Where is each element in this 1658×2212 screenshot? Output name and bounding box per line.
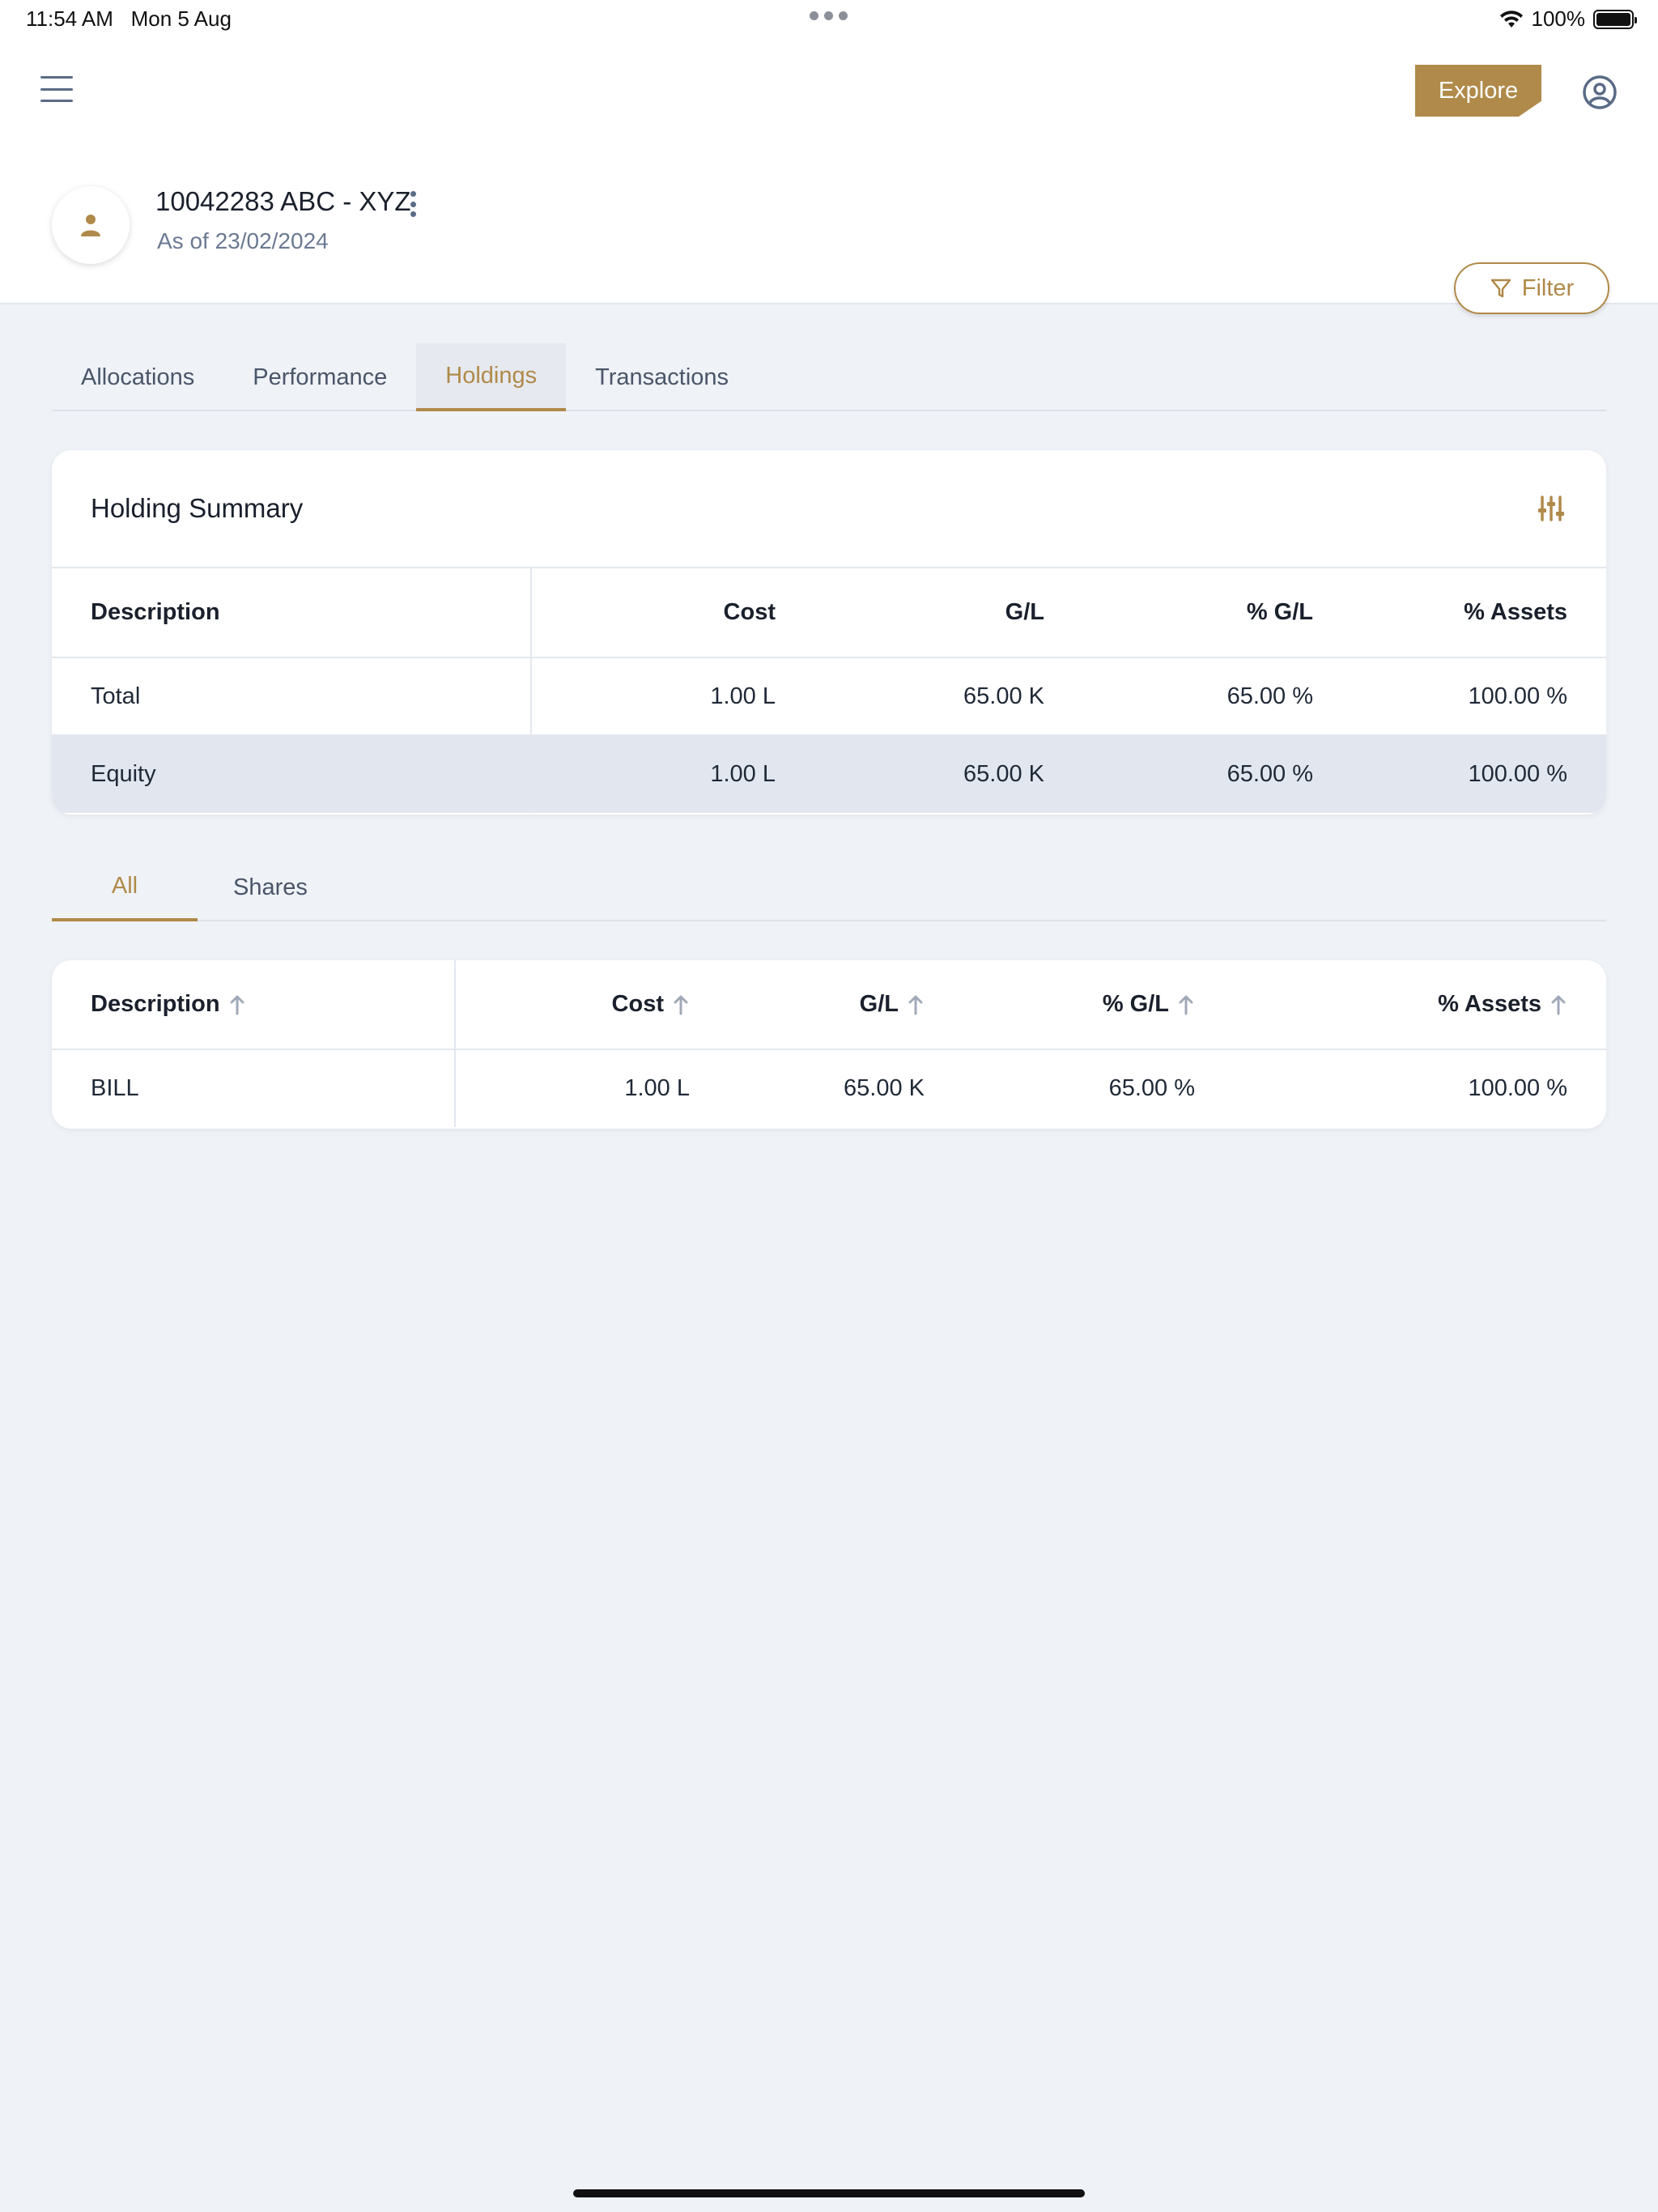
cell-pct-gl: 65.00 % [1226,683,1313,709]
home-indicator[interactable] [573,2189,1085,2197]
tab-holdings[interactable]: Holdings [416,343,567,411]
cell-pct-gl: 65.00 % [1108,1075,1195,1101]
cell-description: BILL [52,1049,456,1127]
main-tabs: Allocations Performance Holdings Transac… [52,343,1606,411]
table-row[interactable]: Equity 1.00 L 65.00 K 65.00 % 100.00 % [52,735,1606,813]
tab-shares[interactable]: Shares [198,853,343,921]
holdings-table: Description Cost G/L % G/L % Assets BILL… [52,960,1606,1127]
filter-button[interactable]: Filter [1454,262,1609,314]
avatar [52,186,130,264]
column-header-pct-assets: % Assets [1464,599,1567,625]
column-header-label: G/L [859,991,899,1017]
explore-button[interactable]: Explore [1415,65,1541,117]
table-row[interactable]: BILL 1.00 L 65.00 K 65.00 % 100.00 % [52,1049,1606,1127]
battery-icon [1593,9,1637,29]
table-header-row: Description Cost G/L % G/L % Assets [52,568,1606,657]
cell-pct-assets: 100.00 % [1468,683,1567,709]
column-header-pct-gl[interactable]: % G/L [963,960,1234,1049]
sort-up-arrow-icon[interactable] [1177,994,1195,1015]
holding-summary-card: Holding Summary Description Cost G/L % G… [52,450,1606,815]
column-header-gl: G/L [1005,599,1044,625]
filter-icon [1490,279,1511,298]
status-date: Mon 5 Aug [130,6,232,31]
cell-cost: 1.00 L [710,761,776,787]
sort-up-arrow-icon[interactable] [672,994,690,1015]
as-of-date: As of 23/02/2024 [157,228,329,253]
column-header-pct-gl: % G/L [1246,599,1313,625]
tab-performance[interactable]: Performance [223,343,416,411]
sliders-icon[interactable] [1535,492,1567,525]
column-header-description[interactable]: Description [52,960,456,1049]
user-circle-icon[interactable] [1582,74,1618,110]
status-clock: 11:54 AM [26,6,113,31]
menu-icon-line [40,76,73,79]
holding-summary-table: Description Cost G/L % G/L % Assets Tota… [52,568,1606,813]
sort-up-arrow-icon[interactable] [907,994,925,1015]
person-icon [81,215,100,236]
cell-description: Equity [52,735,532,813]
status-bar: 11:54 AM Mon 5 Aug 100% [0,0,1658,39]
column-header-label: Cost [611,991,664,1017]
cell-description: Total [52,657,532,735]
menu-icon-line [40,87,73,91]
status-time: 11:54 AM Mon 5 Aug [26,6,232,32]
holding-summary-title: Holding Summary [91,493,304,523]
column-header-gl[interactable]: G/L [729,960,963,1049]
battery-percentage: 100% [1531,6,1586,31]
tab-all[interactable]: All [52,853,198,921]
menu-icon-line [40,100,73,102]
sort-up-arrow-icon[interactable] [1550,994,1567,1015]
holding-summary-header: Holding Summary [52,450,1606,568]
table-header-row: Description Cost G/L % G/L % Assets [52,960,1606,1049]
cell-cost: 1.00 L [710,683,776,709]
table-row[interactable]: Total 1.00 L 65.00 K 65.00 % 100.00 % [52,657,1606,735]
holdings-card: Description Cost G/L % G/L % Assets BILL… [52,960,1606,1129]
column-header-cost[interactable]: Cost [455,960,729,1049]
column-header-label: Description [91,991,220,1017]
wifi-icon [1499,10,1523,28]
cell-pct-assets: 100.00 % [1468,1075,1567,1101]
tab-allocations[interactable]: Allocations [52,343,223,411]
sort-up-arrow-icon[interactable] [228,994,246,1015]
column-header-description: Description [52,568,532,657]
column-header-cost: Cost [723,599,776,625]
cell-cost: 1.00 L [624,1075,690,1101]
column-header-label: % G/L [1102,991,1169,1017]
menu-button[interactable] [40,76,73,102]
status-indicators: 100% [1499,6,1637,32]
cell-gl: 65.00 K [844,1075,925,1101]
more-vertical-icon[interactable] [405,188,421,220]
account-title: 10042283 ABC - XYZ [155,186,411,216]
tab-transactions[interactable]: Transactions [566,343,758,411]
cell-gl: 65.00 K [963,683,1044,709]
column-header-pct-assets[interactable]: % Assets [1234,960,1606,1049]
column-header-label: % Assets [1438,991,1541,1017]
header: Explore 10042283 ABC - XYZ As of 23/02/2… [0,39,1658,314]
cell-pct-gl: 65.00 % [1226,761,1313,787]
multitasking-dots-icon[interactable] [810,11,848,20]
holding-type-tabs: All Shares [52,853,1606,921]
cell-gl: 65.00 K [963,761,1044,787]
cell-pct-assets: 100.00 % [1468,761,1567,787]
filter-label: Filter [1521,274,1575,301]
